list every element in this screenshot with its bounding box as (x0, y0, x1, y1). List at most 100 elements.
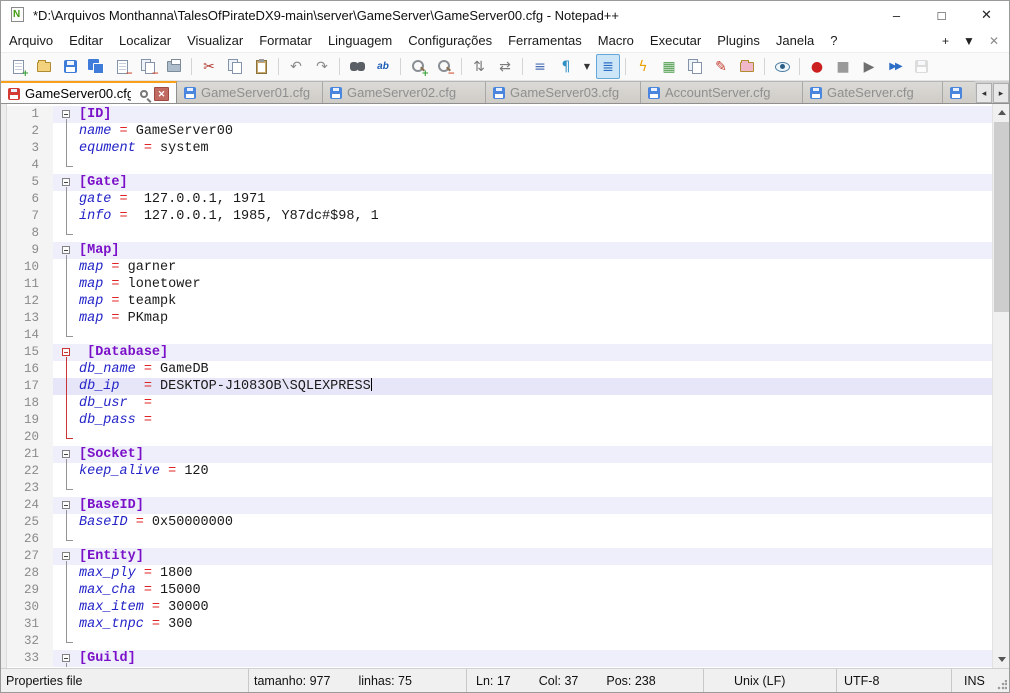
new-file-button[interactable]: + (6, 54, 30, 79)
fold-toggle-icon[interactable] (53, 650, 79, 667)
menu-item-plugins[interactable]: Plugins (709, 31, 768, 50)
function-list-button[interactable] (683, 54, 707, 79)
show-all-characters-dropdown[interactable]: ▼ (580, 54, 594, 79)
scroll-down-arrow[interactable] (993, 651, 1009, 668)
zoom-in-button[interactable]: + (406, 54, 430, 79)
redo-button[interactable]: ↷ (310, 54, 334, 79)
macro-record-button[interactable]: ● (805, 54, 829, 79)
show-indent-guide-button[interactable]: ≣ (596, 54, 620, 79)
sync-vertical-scroll-button[interactable]: ⇅ (467, 54, 491, 79)
print-button[interactable] (162, 54, 186, 79)
folder-as-workspace-button[interactable] (735, 54, 759, 79)
tab-gameserver01cfg[interactable]: GameServer01.cfg (177, 81, 323, 103)
editor-line[interactable]: 19db_pass = (1, 412, 992, 429)
fold-toggle-icon[interactable] (53, 548, 79, 565)
close-tab-button[interactable]: ✕ (989, 34, 999, 48)
editor-line[interactable]: 9[Map] (1, 242, 992, 259)
editor-line[interactable]: 16db_name = GameDB (1, 361, 992, 378)
editor-line[interactable]: 30max_item = 30000 (1, 599, 992, 616)
text-editing-surface[interactable]: 1[ID]2name = GameServer003equment = syst… (1, 104, 992, 668)
find-button[interactable] (345, 54, 369, 79)
editor-line[interactable]: 3equment = system (1, 140, 992, 157)
tab-scroll-left-button[interactable]: ◂ (976, 83, 992, 103)
editor-line[interactable]: 5[Gate] (1, 174, 992, 191)
tab-g[interactable]: G (943, 81, 975, 103)
editor-line[interactable]: 20 (1, 429, 992, 446)
close-all-button[interactable]: − (136, 54, 160, 79)
fold-toggle-icon[interactable] (53, 174, 79, 191)
close-file-button[interactable]: − (110, 54, 134, 79)
menu-item-janela[interactable]: Janela (768, 31, 822, 50)
menu-item-localizar[interactable]: Localizar (111, 31, 179, 50)
editor-line[interactable]: 12map = teampk (1, 293, 992, 310)
tab-gameserver00cfg[interactable]: GameServer00.cfg✕ (1, 81, 177, 103)
document-map-button[interactable]: ▦ (657, 54, 681, 79)
editor-line[interactable]: 17db_ip = DESKTOP-J1083OB\SQLEXPRESS (1, 378, 992, 395)
menu-item-formatar[interactable]: Formatar (251, 31, 320, 50)
cut-button[interactable]: ✂ (197, 54, 221, 79)
editor-line[interactable]: 28max_ply = 1800 (1, 565, 992, 582)
tab-list-button[interactable]: ▼ (963, 34, 975, 48)
menu-item-?[interactable]: ? (822, 31, 845, 50)
macro-stop-button[interactable]: ■ (831, 54, 855, 79)
save-button[interactable] (58, 54, 82, 79)
tab-scroll-right-button[interactable]: ▸ (993, 83, 1009, 103)
maximize-button[interactable]: □ (919, 1, 964, 29)
open-file-button[interactable] (32, 54, 56, 79)
tab-gateservercfg[interactable]: GateServer.cfg (803, 81, 943, 103)
editor-line[interactable]: 13map = PKmap (1, 310, 992, 327)
tab-accountservercfg[interactable]: AccountServer.cfg (641, 81, 803, 103)
editor-line[interactable]: 1[ID] (1, 106, 992, 123)
user-defined-dialog-button[interactable]: ϟ (631, 54, 655, 79)
scrollbar-thumb[interactable] (994, 122, 1009, 312)
replace-button[interactable]: ab (371, 54, 395, 79)
zoom-out-button[interactable]: − (432, 54, 456, 79)
editor-line[interactable]: 4 (1, 157, 992, 174)
fold-toggle-icon[interactable] (53, 242, 79, 259)
editor-line[interactable]: 2name = GameServer00 (1, 123, 992, 140)
menu-item-visualizar[interactable]: Visualizar (179, 31, 251, 50)
macro-save-button[interactable] (909, 54, 933, 79)
editor-line[interactable]: 24[BaseID] (1, 497, 992, 514)
scroll-up-arrow[interactable] (993, 104, 1009, 121)
editor-line[interactable]: 27[Entity] (1, 548, 992, 565)
menu-item-executar[interactable]: Executar (642, 31, 709, 50)
editor-line[interactable]: 32 (1, 633, 992, 650)
editor-line[interactable]: 21[Socket] (1, 446, 992, 463)
menu-item-editar[interactable]: Editar (61, 31, 111, 50)
close-window-button[interactable]: ✕ (964, 1, 1009, 29)
editor-line[interactable]: 33[Guild] (1, 650, 992, 667)
undo-button[interactable]: ↶ (284, 54, 308, 79)
menu-item-macro[interactable]: Macro (590, 31, 642, 50)
editor-line[interactable]: 23 (1, 480, 992, 497)
copy-button[interactable] (223, 54, 247, 79)
insert-mode-indicator[interactable]: INS (964, 674, 985, 688)
fold-toggle-icon[interactable] (53, 106, 79, 123)
paste-button[interactable] (249, 54, 273, 79)
menu-item-ferramentas[interactable]: Ferramentas (500, 31, 590, 50)
macro-run-multiple-button[interactable]: ▶▶ (883, 54, 907, 79)
editor-line[interactable]: 29max_cha = 15000 (1, 582, 992, 599)
editor-line[interactable]: 7info = 127.0.0.1, 1985, Y87dc#$98, 1 (1, 208, 992, 225)
editor-line[interactable]: 18db_usr = (1, 395, 992, 412)
editor-line[interactable]: 25BaseID = 0x50000000 (1, 514, 992, 531)
menu-item-linguagem[interactable]: Linguagem (320, 31, 400, 50)
menu-item-configuraes[interactable]: Configurações (400, 31, 500, 50)
editor-line[interactable]: 11map = lonetower (1, 276, 992, 293)
vertical-scrollbar[interactable] (992, 104, 1009, 668)
document-list-button[interactable]: ✎ (709, 54, 733, 79)
tab-gameserver03cfg[interactable]: GameServer03.cfg (486, 81, 641, 103)
editor-line[interactable]: 8 (1, 225, 992, 242)
editor-line[interactable]: 6gate = 127.0.0.1, 1971 (1, 191, 992, 208)
fold-toggle-icon[interactable] (53, 344, 79, 361)
macro-playback-button[interactable]: ▶ (857, 54, 881, 79)
save-all-button[interactable] (84, 54, 108, 79)
sync-horizontal-scroll-button[interactable]: ⇄ (493, 54, 517, 79)
pin-tab-icon[interactable] (140, 90, 148, 98)
new-tab-button[interactable]: + (942, 34, 949, 48)
editor-line[interactable]: 14 (1, 327, 992, 344)
editor-line[interactable]: 26 (1, 531, 992, 548)
editor-line[interactable]: 31max_tnpc = 300 (1, 616, 992, 633)
fold-toggle-icon[interactable] (53, 497, 79, 514)
fold-toggle-icon[interactable] (53, 446, 79, 463)
